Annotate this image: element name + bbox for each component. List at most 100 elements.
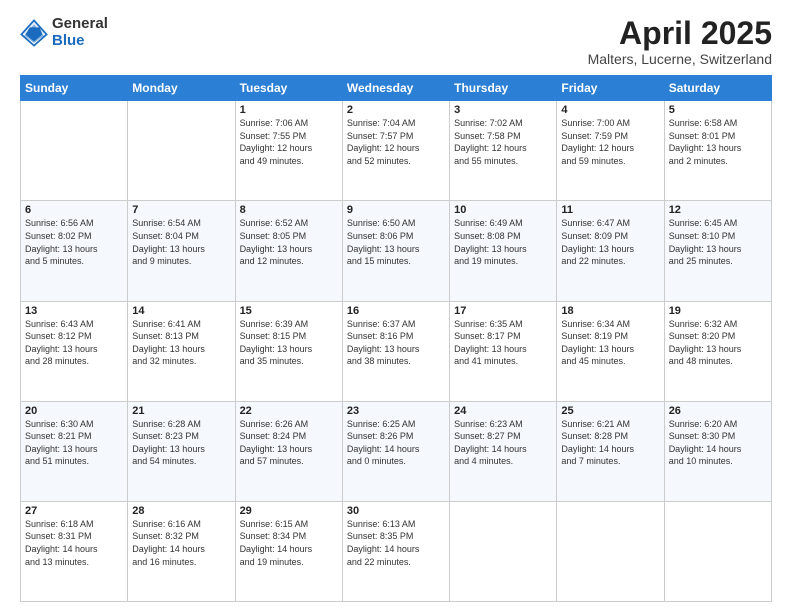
calendar-cell: 12Sunrise: 6:45 AM Sunset: 8:10 PM Dayli… — [664, 201, 771, 301]
cell-info: Sunrise: 6:23 AM Sunset: 8:27 PM Dayligh… — [454, 418, 552, 468]
day-number: 29 — [240, 505, 338, 517]
cell-info: Sunrise: 6:20 AM Sunset: 8:30 PM Dayligh… — [669, 418, 767, 468]
day-number: 9 — [347, 204, 445, 216]
calendar-cell: 14Sunrise: 6:41 AM Sunset: 8:13 PM Dayli… — [128, 301, 235, 401]
calendar-cell: 30Sunrise: 6:13 AM Sunset: 8:35 PM Dayli… — [342, 501, 449, 601]
day-number: 22 — [240, 405, 338, 417]
cell-info: Sunrise: 6:25 AM Sunset: 8:26 PM Dayligh… — [347, 418, 445, 468]
logo: General Blue — [20, 16, 108, 49]
calendar-header-row: Sunday Monday Tuesday Wednesday Thursday… — [21, 76, 772, 101]
cell-info: Sunrise: 6:21 AM Sunset: 8:28 PM Dayligh… — [561, 418, 659, 468]
calendar-week-2: 6Sunrise: 6:56 AM Sunset: 8:02 PM Daylig… — [21, 201, 772, 301]
calendar-cell: 4Sunrise: 7:00 AM Sunset: 7:59 PM Daylig… — [557, 101, 664, 201]
calendar-cell — [21, 101, 128, 201]
day-number: 5 — [669, 104, 767, 116]
calendar-cell: 3Sunrise: 7:02 AM Sunset: 7:58 PM Daylig… — [450, 101, 557, 201]
day-number: 26 — [669, 405, 767, 417]
calendar-cell: 22Sunrise: 6:26 AM Sunset: 8:24 PM Dayli… — [235, 401, 342, 501]
cell-info: Sunrise: 6:26 AM Sunset: 8:24 PM Dayligh… — [240, 418, 338, 468]
cell-info: Sunrise: 7:02 AM Sunset: 7:58 PM Dayligh… — [454, 117, 552, 167]
day-number: 15 — [240, 305, 338, 317]
calendar-cell — [450, 501, 557, 601]
header: General Blue April 2025 Malters, Lucerne… — [20, 16, 772, 67]
col-monday: Monday — [128, 76, 235, 101]
day-number: 10 — [454, 204, 552, 216]
cell-info: Sunrise: 7:04 AM Sunset: 7:57 PM Dayligh… — [347, 117, 445, 167]
cell-info: Sunrise: 6:56 AM Sunset: 8:02 PM Dayligh… — [25, 217, 123, 267]
calendar-table: Sunday Monday Tuesday Wednesday Thursday… — [20, 75, 772, 602]
day-number: 16 — [347, 305, 445, 317]
cell-info: Sunrise: 6:54 AM Sunset: 8:04 PM Dayligh… — [132, 217, 230, 267]
col-thursday: Thursday — [450, 76, 557, 101]
calendar-cell: 13Sunrise: 6:43 AM Sunset: 8:12 PM Dayli… — [21, 301, 128, 401]
page: General Blue April 2025 Malters, Lucerne… — [0, 0, 792, 612]
calendar-cell: 23Sunrise: 6:25 AM Sunset: 8:26 PM Dayli… — [342, 401, 449, 501]
cell-info: Sunrise: 6:52 AM Sunset: 8:05 PM Dayligh… — [240, 217, 338, 267]
calendar-cell: 26Sunrise: 6:20 AM Sunset: 8:30 PM Dayli… — [664, 401, 771, 501]
cell-info: Sunrise: 6:28 AM Sunset: 8:23 PM Dayligh… — [132, 418, 230, 468]
col-saturday: Saturday — [664, 76, 771, 101]
col-sunday: Sunday — [21, 76, 128, 101]
cell-info: Sunrise: 6:16 AM Sunset: 8:32 PM Dayligh… — [132, 518, 230, 568]
cell-info: Sunrise: 7:00 AM Sunset: 7:59 PM Dayligh… — [561, 117, 659, 167]
col-wednesday: Wednesday — [342, 76, 449, 101]
day-number: 20 — [25, 405, 123, 417]
col-tuesday: Tuesday — [235, 76, 342, 101]
calendar-cell: 9Sunrise: 6:50 AM Sunset: 8:06 PM Daylig… — [342, 201, 449, 301]
calendar-cell: 21Sunrise: 6:28 AM Sunset: 8:23 PM Dayli… — [128, 401, 235, 501]
calendar-cell: 2Sunrise: 7:04 AM Sunset: 7:57 PM Daylig… — [342, 101, 449, 201]
day-number: 12 — [669, 204, 767, 216]
day-number: 18 — [561, 305, 659, 317]
calendar-cell: 20Sunrise: 6:30 AM Sunset: 8:21 PM Dayli… — [21, 401, 128, 501]
calendar-week-5: 27Sunrise: 6:18 AM Sunset: 8:31 PM Dayli… — [21, 501, 772, 601]
calendar-cell: 18Sunrise: 6:34 AM Sunset: 8:19 PM Dayli… — [557, 301, 664, 401]
logo-icon — [20, 19, 48, 47]
cell-info: Sunrise: 6:18 AM Sunset: 8:31 PM Dayligh… — [25, 518, 123, 568]
calendar-cell: 7Sunrise: 6:54 AM Sunset: 8:04 PM Daylig… — [128, 201, 235, 301]
day-number: 25 — [561, 405, 659, 417]
title-block: April 2025 Malters, Lucerne, Switzerland — [588, 16, 772, 67]
calendar-week-4: 20Sunrise: 6:30 AM Sunset: 8:21 PM Dayli… — [21, 401, 772, 501]
calendar-cell: 1Sunrise: 7:06 AM Sunset: 7:55 PM Daylig… — [235, 101, 342, 201]
cell-info: Sunrise: 6:47 AM Sunset: 8:09 PM Dayligh… — [561, 217, 659, 267]
cell-info: Sunrise: 6:45 AM Sunset: 8:10 PM Dayligh… — [669, 217, 767, 267]
day-number: 11 — [561, 204, 659, 216]
day-number: 3 — [454, 104, 552, 116]
calendar-cell: 15Sunrise: 6:39 AM Sunset: 8:15 PM Dayli… — [235, 301, 342, 401]
cell-info: Sunrise: 6:49 AM Sunset: 8:08 PM Dayligh… — [454, 217, 552, 267]
calendar-cell: 16Sunrise: 6:37 AM Sunset: 8:16 PM Dayli… — [342, 301, 449, 401]
calendar-week-3: 13Sunrise: 6:43 AM Sunset: 8:12 PM Dayli… — [21, 301, 772, 401]
day-number: 24 — [454, 405, 552, 417]
cell-info: Sunrise: 6:50 AM Sunset: 8:06 PM Dayligh… — [347, 217, 445, 267]
day-number: 13 — [25, 305, 123, 317]
location: Malters, Lucerne, Switzerland — [588, 51, 772, 67]
calendar-cell: 10Sunrise: 6:49 AM Sunset: 8:08 PM Dayli… — [450, 201, 557, 301]
cell-info: Sunrise: 6:32 AM Sunset: 8:20 PM Dayligh… — [669, 318, 767, 368]
logo-text: General Blue — [52, 16, 108, 49]
calendar-cell — [664, 501, 771, 601]
calendar-cell: 29Sunrise: 6:15 AM Sunset: 8:34 PM Dayli… — [235, 501, 342, 601]
calendar-cell: 28Sunrise: 6:16 AM Sunset: 8:32 PM Dayli… — [128, 501, 235, 601]
day-number: 2 — [347, 104, 445, 116]
cell-info: Sunrise: 6:37 AM Sunset: 8:16 PM Dayligh… — [347, 318, 445, 368]
cell-info: Sunrise: 6:30 AM Sunset: 8:21 PM Dayligh… — [25, 418, 123, 468]
day-number: 7 — [132, 204, 230, 216]
month-title: April 2025 — [588, 16, 772, 51]
calendar-cell — [557, 501, 664, 601]
calendar-cell: 19Sunrise: 6:32 AM Sunset: 8:20 PM Dayli… — [664, 301, 771, 401]
day-number: 1 — [240, 104, 338, 116]
cell-info: Sunrise: 6:39 AM Sunset: 8:15 PM Dayligh… — [240, 318, 338, 368]
day-number: 19 — [669, 305, 767, 317]
day-number: 28 — [132, 505, 230, 517]
day-number: 4 — [561, 104, 659, 116]
day-number: 23 — [347, 405, 445, 417]
cell-info: Sunrise: 6:13 AM Sunset: 8:35 PM Dayligh… — [347, 518, 445, 568]
logo-general-text: General — [52, 16, 108, 33]
day-number: 14 — [132, 305, 230, 317]
day-number: 21 — [132, 405, 230, 417]
cell-info: Sunrise: 6:34 AM Sunset: 8:19 PM Dayligh… — [561, 318, 659, 368]
day-number: 30 — [347, 505, 445, 517]
day-number: 27 — [25, 505, 123, 517]
calendar-cell — [128, 101, 235, 201]
col-friday: Friday — [557, 76, 664, 101]
